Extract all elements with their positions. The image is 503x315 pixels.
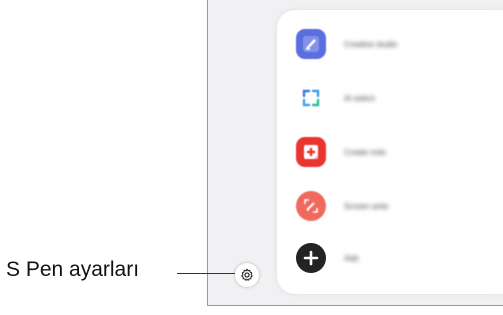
menu-item-creative-studio[interactable]: Creative studio: [296, 28, 397, 60]
air-command-illustration: Creative studio AI select Create note Sc…: [0, 0, 503, 315]
screen-write-icon: [296, 191, 326, 221]
menu-item-label: Add: [344, 253, 359, 263]
menu-item-screen-write[interactable]: Screen write: [296, 190, 388, 222]
menu-item-label: Creative studio: [344, 39, 398, 49]
callout-leader-line: [177, 273, 235, 274]
creative-studio-icon: [296, 29, 326, 59]
menu-item-add[interactable]: Add: [296, 242, 358, 274]
menu-item-label: Screen write: [344, 201, 389, 211]
settings-gear-icon[interactable]: [235, 263, 259, 287]
callout-label-s-pen-settings: S Pen ayarları: [6, 258, 140, 281]
menu-item-label: AI select: [344, 93, 375, 103]
menu-item-label: Create note: [344, 147, 386, 157]
ai-select-icon: [296, 83, 326, 113]
menu-item-create-note[interactable]: Create note: [296, 136, 386, 168]
add-icon: [296, 243, 326, 273]
create-note-icon: [296, 137, 326, 167]
menu-item-ai-select[interactable]: AI select: [296, 82, 375, 114]
